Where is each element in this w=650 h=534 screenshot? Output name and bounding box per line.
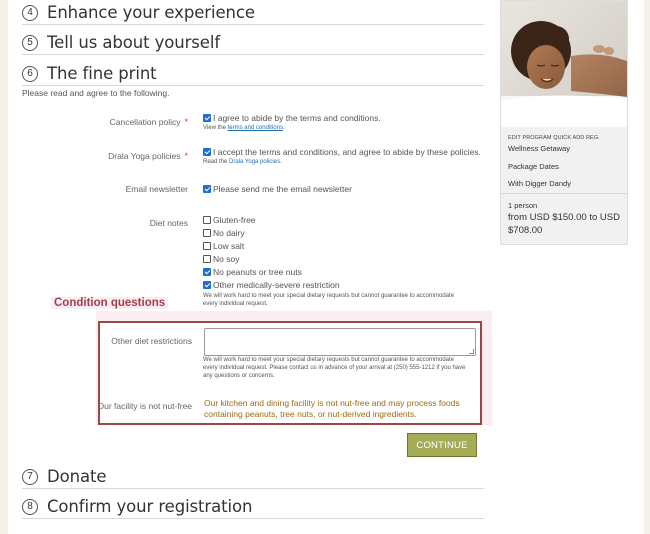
facility-not-nut-free-text: Our kitchen and dining facility is not n…	[204, 398, 460, 419]
step-number-6: 6	[22, 65, 38, 82]
diet-checkbox[interactable]	[203, 280, 211, 289]
diet-option-no-nuts[interactable]: No peanuts or tree nuts	[203, 267, 302, 277]
diet-option-no-soy[interactable]: No soy	[203, 254, 239, 264]
cancellation-policy-checkbox[interactable]	[203, 113, 211, 122]
program-teacher: With Digger Dandy	[508, 179, 571, 188]
required-mark: *	[184, 151, 188, 161]
other-diet-restrictions-label: Other diet restrictions	[111, 336, 192, 346]
yoga-policies-checkbox[interactable]	[203, 147, 211, 156]
diet-checkbox[interactable]	[203, 254, 211, 263]
program-photo	[501, 1, 627, 127]
diet-checkbox[interactable]	[203, 228, 211, 237]
email-newsletter-checkbox[interactable]	[203, 184, 211, 193]
diet-checkbox[interactable]	[203, 241, 211, 250]
step-tell-us-about-yourself[interactable]: 5 Tell us about yourself	[22, 31, 484, 55]
cancellation-policy-help: View the terms and conditions.	[203, 125, 285, 131]
email-newsletter-option-label: Please send me the email newsletter	[213, 184, 352, 194]
step-number-8: 8	[22, 498, 38, 515]
step-number-4: 4	[22, 4, 38, 21]
step-title-8: Confirm your registration	[47, 497, 253, 516]
sidebar-divider	[501, 193, 627, 194]
diet-option-label: No peanuts or tree nuts	[213, 267, 302, 277]
yoga-policies-option[interactable]: I accept the terms and conditions, and a…	[203, 147, 481, 157]
step-number-7: 7	[22, 468, 38, 485]
diet-option-label: No dairy	[213, 228, 245, 238]
fine-print-intro: Please read and agree to the following.	[22, 88, 170, 98]
email-newsletter-option[interactable]: Please send me the email newsletter	[203, 184, 352, 194]
page: 4 Enhance your experience 5 Tell us abou…	[8, 0, 644, 534]
step-title-7: Donate	[47, 467, 107, 486]
step-fine-print: 6 The fine print	[22, 62, 484, 86]
diet-option-label: Low salt	[213, 241, 245, 251]
diet-option-label: No soy	[213, 254, 240, 264]
resize-handle-icon[interactable]	[469, 349, 474, 354]
other-diet-restrictions-help: We will work hard to meet your special d…	[203, 357, 466, 379]
diet-option-low-salt[interactable]: Low salt	[203, 241, 244, 251]
diet-option-label: Gluten-free	[213, 215, 256, 225]
step-enhance-experience[interactable]: 4 Enhance your experience	[22, 1, 484, 25]
diet-option-other-severe[interactable]: Other medically-severe restriction	[203, 280, 340, 290]
yoga-policies-option-label: I accept the terms and conditions, and a…	[213, 147, 481, 157]
required-mark: *	[184, 117, 188, 127]
yoga-policies-label: Drala Yoga policies *	[108, 151, 188, 161]
person-count: 1 person	[508, 201, 538, 210]
email-newsletter-label: Email newsletter	[125, 184, 188, 194]
diet-option-label: Other medically-severe restriction	[213, 280, 340, 290]
other-diet-restrictions-input[interactable]	[204, 328, 476, 356]
step-title-4: Enhance your experience	[47, 3, 255, 22]
program-name: Wellness Getaway	[508, 144, 570, 153]
cancellation-policy-option-label: I agree to abide by the terms and condit…	[213, 113, 381, 123]
diet-option-gluten-free[interactable]: Gluten-free	[203, 215, 256, 225]
package-dates: Package Dates	[508, 162, 559, 171]
step-confirm-registration[interactable]: 8 Confirm your registration	[22, 495, 484, 519]
step-donate[interactable]: 7 Donate	[22, 465, 484, 489]
diet-checkbox[interactable]	[203, 215, 211, 224]
edit-program-link[interactable]: EDIT PROGRAM QUICK ADD REG.	[508, 135, 600, 141]
facility-not-nut-free-label: Our facility is not nut-free	[97, 401, 192, 411]
step-title-6: The fine print	[47, 64, 157, 83]
step-title-5: Tell us about yourself	[47, 33, 221, 52]
condition-questions-title: Condition questions	[51, 297, 169, 309]
terms-and-conditions-link[interactable]: terms and conditions	[228, 125, 283, 131]
spa-woman-image	[501, 1, 627, 127]
diet-checkbox[interactable]	[203, 267, 211, 276]
diet-notes-label: Diet notes	[149, 218, 188, 228]
program-summary-sidebar: EDIT PROGRAM QUICK ADD REG. Wellness Get…	[500, 0, 628, 245]
price-range: from USD $150.00 to USD $708.00	[508, 212, 620, 236]
continue-button[interactable]: CONTINUE	[407, 433, 477, 457]
diet-notes-help: We will work hard to meet your special d…	[203, 293, 455, 307]
cancellation-policy-option[interactable]: I agree to abide by the terms and condit…	[203, 113, 381, 123]
diet-option-no-dairy[interactable]: No dairy	[203, 228, 245, 238]
step-number-5: 5	[22, 34, 38, 51]
yoga-policies-help: Read the Drala Yoga policies.	[203, 159, 282, 165]
yoga-policies-link[interactable]: Drala Yoga policies	[229, 159, 280, 165]
cancellation-policy-label: Cancellation policy *	[109, 117, 188, 127]
